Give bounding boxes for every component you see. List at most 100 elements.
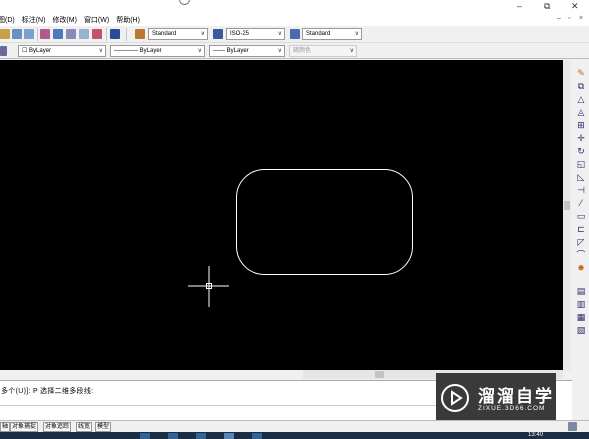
explode-icon[interactable]: ✸ [576, 263, 586, 273]
os-taskbar: 13:40 [0, 432, 589, 439]
modify-toolbar: ✎ ⧉ △ ◬ ⊞ ✛ ↻ ◱ ◺ ⊣ ⁄ ▭ ⊏ ◸ ⌒ ✸ ▤ ▥ ▦ ▧ [572, 60, 589, 420]
dim-style-select[interactable]: ISO-25 ∨ [226, 28, 285, 40]
break-icon[interactable]: ▭ [576, 211, 586, 221]
scale-icon[interactable]: ◱ [576, 159, 586, 169]
dim-style-value: ISO-25 [230, 31, 250, 37]
properties-toolbar: ☐ ByLayer ∨ ———— ByLayer ∨ —— ByLayer ∨ … [0, 43, 589, 59]
watermark-overlay: 溜溜自学 ZIXUE.3D66.COM [436, 373, 556, 424]
vertical-scrollbar[interactable] [563, 60, 571, 371]
color-value: ☐ ByLayer [22, 48, 52, 54]
chevron-down-icon: ∨ [98, 48, 103, 54]
taskbar-app-icon[interactable] [196, 433, 206, 439]
doc-restore-button[interactable]: ▫ [568, 15, 570, 22]
close-window-button[interactable]: ✕ [571, 2, 579, 11]
design-center-icon[interactable] [53, 29, 63, 39]
chevron-down-icon: ∨ [197, 48, 202, 54]
send-back-icon[interactable]: ▦ [576, 312, 586, 322]
chevron-down-icon: ∨ [200, 31, 205, 37]
watermark-subtitle: ZIXUE.3D66.COM [478, 405, 546, 412]
standard-toolbar: Standard ∨ ISO-25 ∨ Standard ∨ [0, 26, 589, 43]
chamfer-icon[interactable]: ◸ [576, 237, 586, 247]
menu-modify[interactable]: 修改(M) [52, 15, 77, 25]
move-icon[interactable]: ✛ [576, 133, 586, 143]
text-style-select[interactable]: Standard ∨ [148, 28, 208, 40]
menu-help[interactable]: 帮助(H) [116, 15, 140, 25]
trim-icon[interactable]: ⊣ [576, 185, 586, 195]
taskbar-app-icon[interactable] [168, 433, 178, 439]
horizontal-scroll-thumb[interactable] [375, 371, 384, 378]
status-osnap-button[interactable]: 对象捕捉 [10, 422, 39, 432]
properties-icon[interactable] [40, 29, 50, 39]
title-circle-icon [179, 0, 190, 5]
fillet-icon[interactable]: ⌒ [576, 250, 586, 260]
tool-palettes-icon[interactable] [66, 29, 76, 39]
command-history: 多个(U)]: P 选择二维多段线: [1, 388, 94, 395]
toolbar-separator [126, 28, 127, 41]
command-line-divider [0, 405, 436, 406]
status-tray-icon[interactable] [568, 422, 577, 431]
bring-above-icon[interactable]: ▧ [576, 325, 586, 335]
doc-minimize-button[interactable]: – [557, 15, 561, 22]
color-select[interactable]: ☐ ByLayer ∨ [18, 45, 106, 57]
table-style-select[interactable]: Standard ∨ [302, 28, 362, 40]
table-style-icon[interactable] [290, 29, 300, 39]
menu-dimension[interactable]: 标注(N) [22, 15, 46, 25]
status-ortho-button[interactable]: 轴 [0, 422, 11, 432]
lineweight-select[interactable]: —— ByLayer ∨ [209, 45, 285, 57]
rotate-icon[interactable]: ↻ [576, 146, 586, 156]
watermark-title: 溜溜自学 [478, 387, 554, 407]
status-lineweight-button[interactable]: 线宽 [76, 422, 93, 432]
match-properties-icon[interactable] [0, 46, 7, 56]
lineweight-value: —— ByLayer [213, 48, 249, 54]
menu-draw[interactable]: 图(D) [0, 15, 15, 25]
chevron-down-icon: ∨ [277, 31, 282, 37]
doc-close-button[interactable]: × [579, 15, 583, 22]
menu-window[interactable]: 窗口(W) [84, 15, 109, 25]
array-icon[interactable]: ⊞ [576, 120, 586, 130]
menu-bar: 图(D) 标注(N) 修改(M) 窗口(W) 帮助(H) [0, 14, 589, 26]
rounded-rectangle-polyline[interactable] [236, 169, 413, 275]
offset-icon[interactable]: ◬ [576, 107, 586, 117]
taskbar-app-icon[interactable] [252, 433, 262, 439]
mirror-icon[interactable]: △ [576, 94, 586, 104]
pan-icon[interactable] [0, 29, 10, 39]
stretch-icon[interactable]: ◺ [576, 172, 586, 182]
status-otrack-button[interactable]: 对象追踪 [43, 422, 72, 432]
status-model-button[interactable]: 模型 [95, 422, 112, 432]
help-icon[interactable] [110, 29, 120, 39]
maximize-window-button[interactable]: ⧉ [544, 2, 550, 11]
zoom-realtime-icon[interactable] [12, 29, 22, 39]
sheet-set-icon[interactable] [79, 29, 89, 39]
clock: 13:40 [528, 432, 544, 438]
linetype-select[interactable]: ———— ByLayer ∨ [110, 45, 205, 57]
cad-window: – ⧉ ✕ 图(D) 标注(N) 修改(M) 窗口(W) 帮助(H) – ▫ ×… [0, 0, 589, 439]
drawing-area[interactable] [0, 60, 563, 370]
bring-front-icon[interactable]: ▥ [576, 299, 586, 309]
title-bar: – ⧉ ✕ [0, 0, 589, 14]
extend-icon[interactable]: ⁄ [576, 198, 586, 208]
toolbar-separator [106, 28, 107, 41]
status-bar: 轴 对象捕捉 对象追踪 线宽 模型 [0, 420, 589, 432]
erase-icon[interactable]: ✎ [576, 68, 586, 78]
chevron-down-icon: ∨ [354, 31, 359, 37]
text-style-icon[interactable] [135, 29, 145, 39]
draw-order-icon[interactable]: ▤ [576, 286, 586, 296]
dim-style-icon[interactable] [213, 29, 223, 39]
minimize-window-button[interactable]: – [517, 2, 522, 11]
copy-icon[interactable]: ⧉ [576, 81, 586, 91]
table-style-value: Standard [306, 31, 331, 37]
text-style-value: Standard [152, 31, 177, 37]
zoom-previous-icon[interactable] [24, 29, 34, 39]
join-icon[interactable]: ⊏ [576, 224, 586, 234]
plotstyle-value: 随颜色 [293, 48, 312, 54]
plotstyle-select: 随颜色 ∨ [289, 45, 357, 57]
drawing-svg [188, 169, 413, 307]
vertical-scroll-thumb[interactable] [564, 201, 570, 210]
play-logo-icon [441, 384, 469, 412]
chevron-down-icon: ∨ [349, 48, 354, 54]
taskbar-cad-icon[interactable] [224, 433, 234, 439]
toolbar-separator [37, 28, 38, 41]
markup-icon[interactable] [92, 29, 102, 39]
linetype-value: ———— ByLayer [114, 48, 162, 54]
taskbar-app-icon[interactable] [140, 433, 150, 439]
